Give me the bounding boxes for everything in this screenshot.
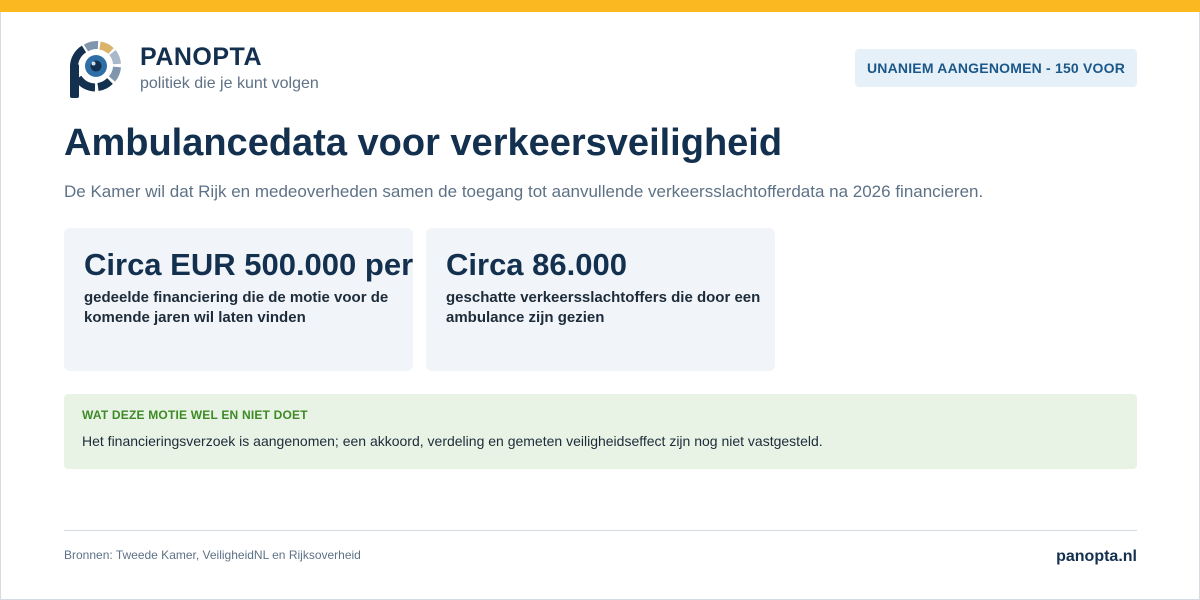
stat-description: gedeelde financiering die de motie voor … (84, 289, 389, 326)
stat-description: geschatte verkeersslachtoffers die door … (446, 289, 761, 326)
stat-value: Circa 86.000 (446, 247, 627, 282)
note-heading: WAT DEZE MOTIE WEL EN NIET DOET (82, 408, 308, 422)
footer-divider (64, 530, 1137, 531)
motion-note-box: WAT DEZE MOTIE WEL EN NIET DOET Het fina… (64, 394, 1137, 469)
note-text: Het financieringsverzoek is aangenomen; … (82, 433, 823, 449)
page-subtitle: De Kamer wil dat Rijk en medeoverheden s… (64, 182, 984, 201)
stat-card-victims: Circa 86.000 geschatte verkeersslachtoff… (426, 228, 775, 371)
footer-sources: Bronnen: Tweede Kamer, VeiligheidNL en R… (64, 548, 361, 562)
stat-card-funding: Circa EUR 500.000 per jaar gedeelde fina… (64, 228, 413, 371)
vote-result-badge: UNANIEM AANGENOMEN - 150 VOOR (855, 49, 1137, 87)
footer-site-link[interactable]: panopta.nl (1056, 548, 1137, 566)
stat-value: Circa EUR 500.000 per jaar (84, 247, 413, 282)
page-title: Ambulancedata voor verkeersveiligheid (64, 122, 783, 164)
brand-tagline: politiek die je kunt volgen (140, 75, 319, 92)
panopta-logo-icon (66, 40, 122, 100)
brand-name: PANOPTA (140, 43, 263, 71)
accent-top-bar (0, 0, 1200, 12)
